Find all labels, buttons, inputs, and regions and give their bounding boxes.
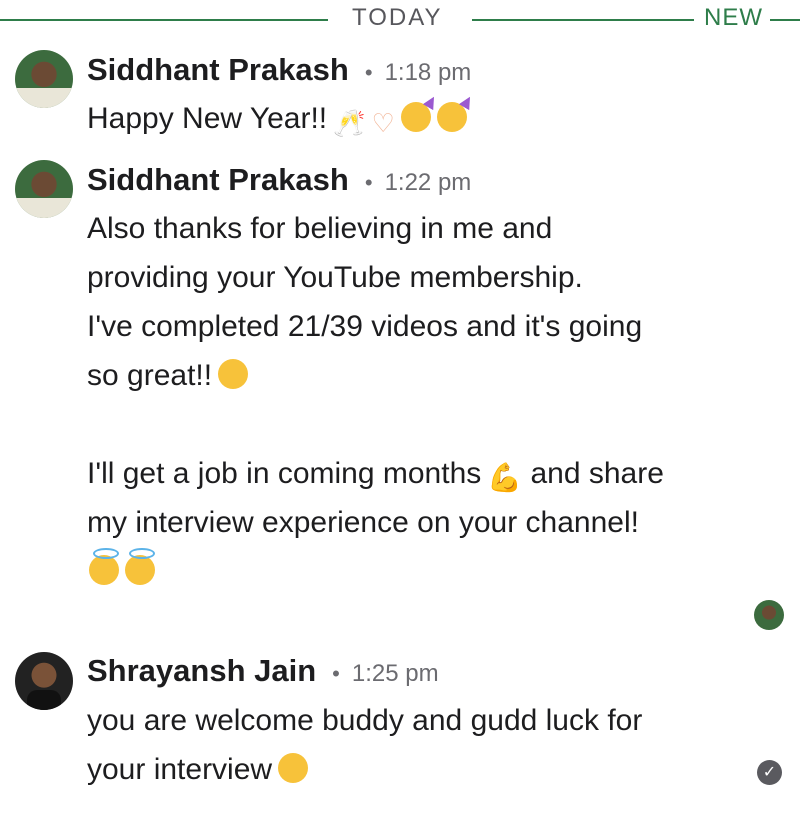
message-line-suffix: and share	[530, 457, 664, 490]
avatar[interactable]	[15, 50, 73, 108]
check-circle-icon: ✓	[757, 760, 782, 785]
message-header: Shrayansh Jain • 1:25 pm	[87, 653, 439, 693]
clinking-glasses-icon: 🥂	[333, 108, 366, 138]
separator-dot: •	[364, 60, 373, 85]
date-separator-label: TODAY	[352, 4, 443, 31]
divider-line-right	[770, 19, 800, 21]
avatar[interactable]	[15, 160, 73, 218]
message-line: Happy New Year!!	[87, 102, 328, 135]
message-body: Happy New Year!! 🥂 ♡	[87, 94, 467, 148]
message-time: 1:18 pm	[384, 59, 472, 86]
message-header: Siddhant Prakash • 1:22 pm	[87, 162, 471, 202]
read-receipt-avatar	[754, 600, 784, 630]
message-line: so great!!	[87, 359, 213, 392]
message-line-with-emoji: I'll get a job in coming months 💪 and sha…	[87, 449, 664, 502]
separator-dot: •	[332, 661, 340, 686]
partying-face-icon	[400, 102, 431, 132]
relieved-face-icon	[278, 753, 309, 783]
heart-hands-icon: ♡	[371, 108, 395, 138]
message-line: my interview experience on your channel!	[87, 506, 639, 539]
message-line: you are welcome buddy and gudd luck for	[87, 704, 643, 737]
smiling-face-with-halo-icon	[125, 548, 155, 585]
message-line: I've completed 21/39 videos and it's goi…	[87, 310, 643, 343]
divider-line-left	[0, 19, 328, 21]
avatar[interactable]	[15, 652, 73, 710]
message-time: 1:22 pm	[384, 169, 472, 196]
message-line: I'll get a job in coming months	[87, 457, 482, 490]
new-messages-divider: TODAY NEW	[0, 0, 800, 40]
smiling-face-with-halo-icon	[89, 548, 119, 585]
author-name[interactable]: Shrayansh Jain	[87, 653, 316, 689]
message-line-with-emoji: your interview	[87, 745, 309, 794]
author-name[interactable]: Siddhant Prakash	[87, 52, 349, 88]
message-line: your interview	[87, 753, 273, 786]
message-time: 1:25 pm	[351, 660, 439, 687]
message-header: Siddhant Prakash • 1:18 pm	[87, 52, 471, 92]
author-name[interactable]: Siddhant Prakash	[87, 162, 349, 198]
message-line: Also thanks for believing in me and	[87, 212, 553, 245]
message-line-with-emoji: so great!!	[87, 351, 249, 400]
emoji-line	[87, 547, 155, 596]
separator-dot: •	[364, 170, 373, 195]
new-messages-label: NEW	[704, 4, 763, 31]
grinning-face-icon	[218, 359, 249, 389]
flexed-biceps-icon: 💪	[487, 462, 523, 493]
partying-face-icon	[436, 102, 467, 132]
message-line: providing your YouTube membership.	[87, 261, 583, 294]
divider-line-middle	[472, 19, 694, 21]
